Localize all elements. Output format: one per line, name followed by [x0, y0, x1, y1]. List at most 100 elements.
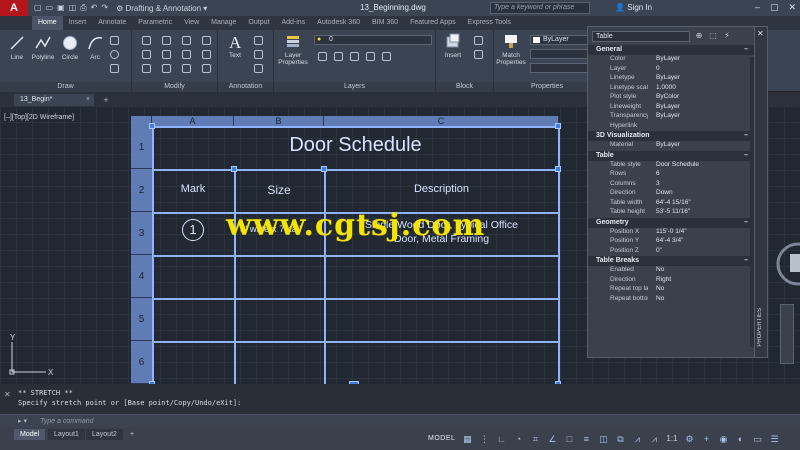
- array-icon[interactable]: [182, 64, 191, 73]
- properties-section-header[interactable]: Geometry –: [588, 217, 756, 228]
- property-row[interactable]: Position Y 64'-4 3/4": [588, 237, 756, 247]
- property-value[interactable]: 53'-5 11/16": [648, 208, 756, 218]
- draw-group-label[interactable]: Draw: [0, 82, 131, 92]
- isolate-objects-icon[interactable]: ◐: [736, 434, 746, 444]
- polyline-button[interactable]: Polyline: [30, 34, 56, 61]
- tab-home[interactable]: Home: [32, 16, 63, 30]
- property-value[interactable]: ByLayer: [648, 103, 756, 113]
- annotation-scale[interactable]: 1:1: [666, 434, 677, 443]
- signin-button[interactable]: 👤 Sign In: [615, 3, 652, 12]
- explode-icon[interactable]: [202, 50, 211, 59]
- property-row[interactable]: Table height 53'-5 11/16": [588, 208, 756, 218]
- save-icon[interactable]: ▣: [57, 3, 65, 13]
- tab-manage[interactable]: Manage: [205, 16, 242, 30]
- property-row[interactable]: Direction Right: [588, 276, 756, 286]
- property-row[interactable]: Enabled No: [588, 266, 756, 276]
- properties-section-header[interactable]: 3D Visualization –: [588, 131, 756, 141]
- scale-icon[interactable]: [162, 64, 171, 73]
- annotation-group-label[interactable]: Annotation: [218, 82, 273, 92]
- viewport-controls[interactable]: [–][Top][2D Wireframe]: [4, 114, 74, 121]
- column-header-c[interactable]: C: [324, 116, 559, 126]
- row-header-4[interactable]: 4: [131, 255, 152, 298]
- header-cell-size[interactable]: Size: [234, 183, 324, 197]
- property-row[interactable]: Material ByLayer: [588, 141, 756, 151]
- new-tab-button[interactable]: +: [100, 94, 112, 106]
- trim-icon[interactable]: [182, 36, 191, 45]
- tab-view[interactable]: View: [178, 16, 205, 30]
- property-row[interactable]: Repeat top labelsNo: [588, 285, 756, 295]
- header-cell-mark[interactable]: Mark: [152, 183, 234, 195]
- tab-layout2[interactable]: Layout2: [86, 429, 123, 440]
- property-value[interactable]: 3: [648, 180, 756, 190]
- mirror-icon[interactable]: [162, 50, 171, 59]
- isodraft-icon[interactable]: ⌗: [530, 434, 540, 444]
- open-icon[interactable]: ▭: [46, 3, 54, 13]
- create-block-icon[interactable]: [474, 36, 483, 45]
- toggle-pickadd-icon[interactable]: ⊕: [694, 31, 704, 41]
- mark-circle-cell[interactable]: 1: [182, 219, 204, 241]
- row-header-5[interactable]: 5: [131, 298, 152, 341]
- quick-select-icon[interactable]: ⚡: [722, 31, 732, 41]
- header-cell-description[interactable]: Description: [324, 183, 559, 195]
- property-value[interactable]: ByLayer: [648, 55, 756, 65]
- properties-section-header[interactable]: General –: [588, 45, 756, 55]
- property-row[interactable]: Position X 115'-0 1/4": [588, 228, 756, 238]
- table-title-cell[interactable]: Door Schedule: [152, 134, 559, 157]
- leader-icon[interactable]: [254, 50, 263, 59]
- workspace-dropdown[interactable]: ⚙ Drafting & Annotation ▾: [116, 4, 207, 13]
- row-header-1[interactable]: 1: [131, 126, 152, 169]
- modify-group-label[interactable]: Modify: [132, 82, 217, 92]
- table-grip[interactable]: [149, 123, 155, 129]
- property-row[interactable]: Color ByLayer: [588, 55, 756, 65]
- property-row[interactable]: Direction Down: [588, 189, 756, 199]
- property-value[interactable]: ByLayer: [648, 141, 756, 151]
- erase-icon[interactable]: [202, 36, 211, 45]
- layer-freeze-icon[interactable]: [334, 52, 343, 61]
- offset-icon[interactable]: [202, 64, 211, 73]
- layers-group-label[interactable]: Layers: [274, 82, 435, 92]
- ellipse-icon[interactable]: [110, 50, 119, 59]
- units-icon[interactable]: ◉: [719, 434, 729, 444]
- property-row[interactable]: Table width 64'-4 15/16": [588, 199, 756, 209]
- property-value[interactable]: Door Schedule: [648, 161, 756, 171]
- property-value[interactable]: ByLayer: [648, 74, 756, 84]
- row-header-2[interactable]: 2: [131, 169, 152, 212]
- property-value[interactable]: 6: [648, 170, 756, 180]
- tab-parametric[interactable]: Parametric: [132, 16, 178, 30]
- property-value[interactable]: [648, 122, 756, 132]
- property-row[interactable]: Lineweight ByLayer: [588, 103, 756, 113]
- property-value[interactable]: No: [648, 285, 756, 295]
- property-value[interactable]: 0": [648, 247, 756, 257]
- color-dropdown[interactable]: ByLayer: [530, 35, 594, 45]
- property-value[interactable]: No: [648, 266, 756, 276]
- close-tab-icon[interactable]: ×: [86, 94, 90, 106]
- command-prompt-icon[interactable]: ▸ ▾: [18, 417, 36, 426]
- column-header-a[interactable]: A: [152, 116, 234, 126]
- hardware-acceleration-icon[interactable]: ▭: [753, 434, 763, 444]
- object-type-dropdown[interactable]: Table: [592, 30, 690, 42]
- property-value[interactable]: 64'-4 15/16": [648, 199, 756, 209]
- workspace-switch-icon[interactable]: ⚙: [685, 434, 695, 444]
- select-objects-icon[interactable]: ⬚: [708, 31, 718, 41]
- application-menu-button[interactable]: A: [0, 0, 28, 16]
- insert-button[interactable]: Insert: [440, 32, 466, 59]
- tab-output[interactable]: Output: [242, 16, 275, 30]
- block-group-label[interactable]: Block: [436, 82, 493, 92]
- door-schedule-table[interactable]: A B C 1 2 3 4 5 6 Door Schedule Mark Siz…: [131, 116, 561, 388]
- property-value[interactable]: ByColor: [648, 93, 756, 103]
- property-row[interactable]: Columns 3: [588, 180, 756, 190]
- layer-lock-icon[interactable]: [350, 52, 359, 61]
- close-command-icon[interactable]: ✕: [4, 390, 11, 400]
- property-row[interactable]: Position Z 0": [588, 247, 756, 257]
- tab-autodesk360[interactable]: Autodesk 360: [311, 16, 366, 30]
- search-input[interactable]: Type a keyword or phrase: [490, 2, 590, 14]
- copy-icon[interactable]: [142, 50, 151, 59]
- tab-addins[interactable]: Add-ins: [275, 16, 311, 30]
- tab-model[interactable]: Model: [14, 429, 46, 440]
- dimension-icon[interactable]: [254, 36, 263, 45]
- property-row[interactable]: Linetype ByLayer: [588, 74, 756, 84]
- lineweight-icon[interactable]: ≡: [581, 434, 591, 444]
- arc-button[interactable]: Arc: [84, 34, 106, 61]
- property-value[interactable]: 115'-0 1/4": [648, 228, 756, 238]
- layer-current-icon[interactable]: [366, 52, 375, 61]
